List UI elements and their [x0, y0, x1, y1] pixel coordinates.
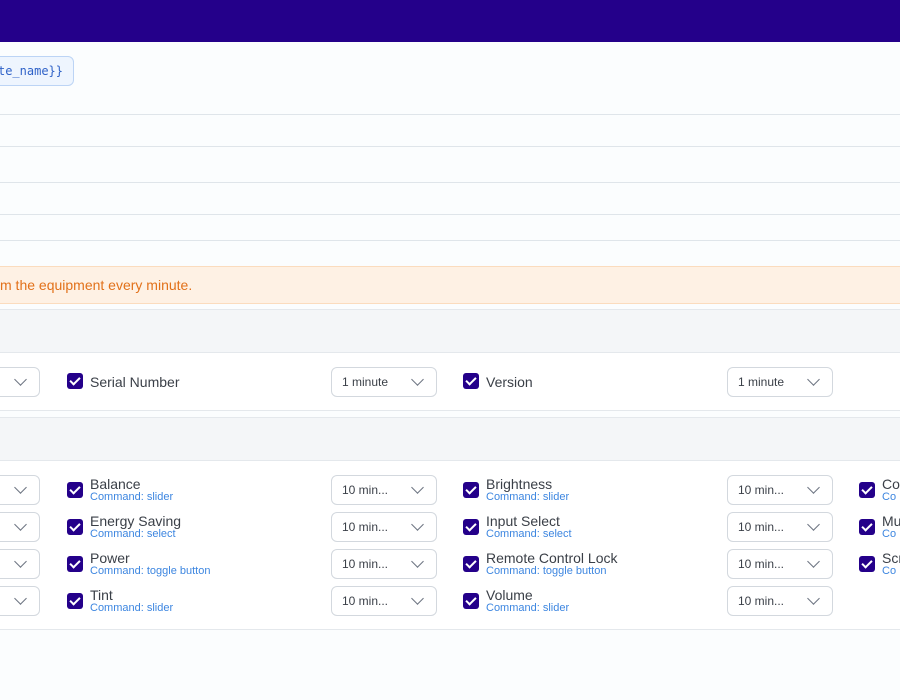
interval-select[interactable] [0, 549, 40, 579]
checkbox-brightness[interactable] [463, 482, 479, 498]
feature-label: Scr [882, 550, 900, 566]
feature-label: Balance [90, 476, 141, 492]
warning-text: m the equipment every minute. [0, 277, 193, 293]
command-type: Command: slider [90, 602, 174, 614]
status-row: Serial Number 1 minute Version 1 minute [0, 353, 900, 411]
command-type: Command: slider [486, 602, 570, 614]
divider [0, 114, 900, 115]
status-section-header [0, 309, 900, 353]
interval-select[interactable] [0, 367, 40, 397]
commands-section-header [0, 417, 900, 461]
command-type: Command: select [486, 528, 572, 540]
chevron-down-icon [14, 555, 27, 568]
feature-label: Tint [90, 587, 113, 603]
feature-label: Version [486, 374, 533, 390]
chevron-down-icon [411, 555, 424, 568]
interval-select[interactable]: 10 min... [727, 549, 833, 579]
interval-select[interactable] [0, 586, 40, 616]
command-type: Command: slider [90, 491, 174, 503]
command-type: Command: select [90, 528, 176, 540]
checkbox-power[interactable] [67, 556, 83, 572]
checkbox-scr[interactable] [859, 556, 875, 572]
chevron-down-icon [411, 592, 424, 605]
chevron-down-icon [411, 373, 424, 386]
chevron-down-icon [807, 592, 820, 605]
interval-select[interactable]: 10 min... [331, 512, 437, 542]
interval-select[interactable]: 1 minute [331, 367, 437, 397]
checkbox-mu[interactable] [859, 519, 875, 535]
command-type: Co [882, 565, 897, 577]
chevron-down-icon [807, 373, 820, 386]
commands-list: Balance Command: slider 10 min... Bright… [0, 461, 900, 630]
divider [0, 214, 900, 215]
chevron-down-icon [807, 518, 820, 531]
command-type: Command: toggle button [486, 565, 607, 577]
feature-label: Mu [882, 513, 900, 529]
feature-label: Co [882, 476, 900, 492]
interval-select[interactable] [0, 512, 40, 542]
command-type: Command: toggle button [90, 565, 211, 577]
interval-select[interactable]: 10 min... [727, 512, 833, 542]
checkbox-tint[interactable] [67, 593, 83, 609]
divider [0, 146, 900, 147]
checkbox-remote-control-lock[interactable] [463, 556, 479, 572]
interval-select[interactable]: 10 min... [331, 549, 437, 579]
command-type: Co [882, 528, 897, 540]
feature-label: Power [90, 550, 130, 566]
chevron-down-icon [14, 518, 27, 531]
chevron-down-icon [14, 373, 27, 386]
interval-select[interactable]: 10 min... [331, 586, 437, 616]
checkbox-version[interactable] [463, 373, 479, 389]
checkbox-volume[interactable] [463, 593, 479, 609]
chevron-down-icon [411, 481, 424, 494]
interval-select[interactable]: 10 min... [727, 586, 833, 616]
template-variable-chip: te_name}} [0, 56, 74, 86]
divider [0, 182, 900, 183]
checkbox-energy-saving[interactable] [67, 519, 83, 535]
checkbox-input-select[interactable] [463, 519, 479, 535]
checkbox-co[interactable] [859, 482, 875, 498]
feature-label: Brightness [486, 476, 553, 492]
feature-label: Input Select [486, 513, 560, 529]
feature-label: Serial Number [90, 374, 180, 390]
chevron-down-icon [411, 518, 424, 531]
command-type: Co [882, 491, 897, 503]
command-type: Command: slider [486, 491, 570, 503]
chevron-down-icon [807, 555, 820, 568]
feature-label: Volume [486, 587, 533, 603]
chevron-down-icon [807, 481, 820, 494]
feature-label: Energy Saving [90, 513, 182, 529]
interval-select[interactable]: 10 min... [331, 475, 437, 505]
polling-warning-banner: m the equipment every minute. [0, 266, 900, 304]
chevron-down-icon [14, 592, 27, 605]
divider [0, 240, 900, 241]
chevron-down-icon [14, 481, 27, 494]
interval-select[interactable]: 1 minute [727, 367, 833, 397]
interval-select[interactable] [0, 475, 40, 505]
checkbox-serial-number[interactable] [67, 373, 83, 389]
checkbox-balance[interactable] [67, 482, 83, 498]
top-nav-bar [0, 0, 900, 42]
feature-label: Remote Control Lock [486, 550, 618, 566]
interval-select[interactable]: 10 min... [727, 475, 833, 505]
